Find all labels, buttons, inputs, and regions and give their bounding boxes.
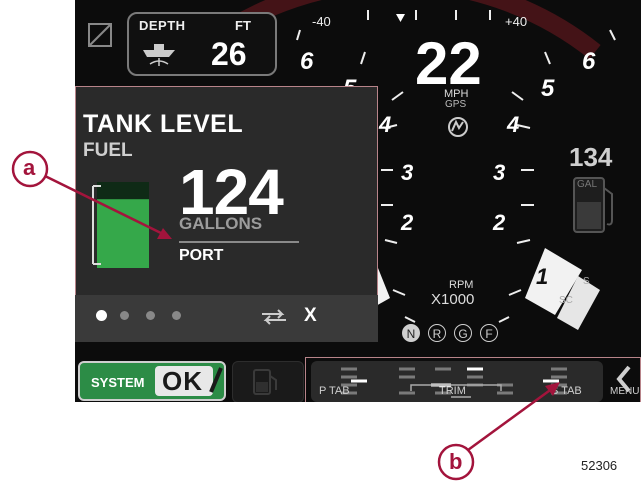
callout-a-label: a	[23, 155, 36, 180]
callout-arrows	[11, 150, 560, 481]
figure-number: 52306	[581, 458, 618, 473]
callout-b-label: b	[449, 449, 463, 474]
